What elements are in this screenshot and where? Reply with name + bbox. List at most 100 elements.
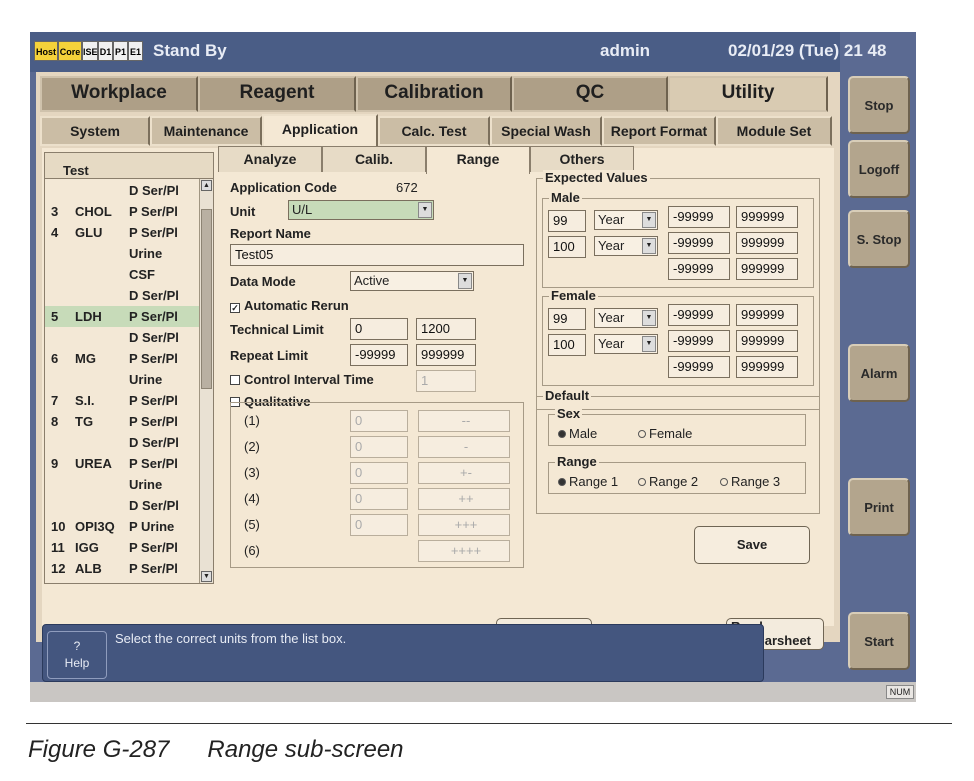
unit-select[interactable]: U/L ▼	[288, 200, 434, 220]
tab-module-set[interactable]: Module Set	[716, 116, 832, 146]
female-age-field[interactable]: 100	[548, 334, 586, 356]
male-range-low[interactable]: -99999	[668, 232, 730, 254]
test-list-row[interactable]: 6 MG P Ser/Pl	[45, 348, 200, 369]
male-age-unit-select[interactable]: Year ▼	[594, 210, 658, 230]
qualitative-symbol-field[interactable]: +++	[418, 514, 510, 536]
qualitative-symbol-field[interactable]: ++	[418, 488, 510, 510]
scroll-thumb[interactable]	[201, 209, 212, 389]
control-interval-field[interactable]: 1	[416, 370, 476, 392]
range1-radio[interactable]: Range 1	[558, 474, 618, 489]
tab-utility[interactable]: Utility	[668, 76, 828, 112]
tab-application[interactable]: Application	[262, 114, 378, 148]
qualitative-symbol-field[interactable]: -	[418, 436, 510, 458]
female-range-high[interactable]: 999999	[736, 330, 798, 352]
test-number: 4	[51, 225, 59, 240]
tab-report-format[interactable]: Report Format	[602, 116, 716, 146]
print-button[interactable]: Print	[848, 478, 910, 536]
qualitative-value-field[interactable]: 0	[350, 436, 408, 458]
male-range-high[interactable]: 999999	[736, 258, 798, 280]
test-list-row[interactable]: Urine	[45, 474, 200, 495]
tab-qc[interactable]: QC	[512, 76, 668, 112]
tab-maintenance[interactable]: Maintenance	[150, 116, 262, 146]
scroll-up-icon[interactable]: ▲	[201, 180, 212, 191]
tab-calib[interactable]: Calib.	[322, 146, 426, 172]
male-range-high[interactable]: 999999	[736, 232, 798, 254]
male-age-unit-select[interactable]: Year ▼	[594, 236, 658, 256]
qualitative-value-field[interactable]: 0	[350, 462, 408, 484]
range2-radio[interactable]: Range 2	[638, 474, 698, 489]
female-range-high[interactable]: 999999	[736, 304, 798, 326]
test-list-row[interactable]: CSF	[45, 264, 200, 285]
qualitative-symbol-field[interactable]: +-	[418, 462, 510, 484]
tab-workplace[interactable]: Workplace	[40, 76, 198, 112]
report-name-field[interactable]: Test05	[230, 244, 524, 266]
female-range-low[interactable]: -99999	[668, 304, 730, 326]
qualitative-row-label: (3)	[244, 465, 260, 480]
save-button[interactable]: Save	[694, 526, 810, 564]
test-list-row[interactable]: 12 ALB P Ser/Pl	[45, 558, 200, 579]
female-range-low[interactable]: -99999	[668, 330, 730, 352]
sex-male-radio[interactable]: Male	[558, 426, 597, 441]
chevron-down-icon: ▼	[642, 238, 656, 254]
test-name: MG	[75, 351, 96, 366]
range3-radio[interactable]: Range 3	[720, 474, 780, 489]
male-range-low[interactable]: -99999	[668, 258, 730, 280]
test-type: P Ser/Pl	[129, 204, 178, 219]
test-list-row[interactable]: 8 TG P Ser/Pl	[45, 411, 200, 432]
male-range-high[interactable]: 999999	[736, 206, 798, 228]
tab-calibration[interactable]: Calibration	[356, 76, 512, 112]
test-list-row[interactable]: 7 S.I. P Ser/Pl	[45, 390, 200, 411]
qualitative-value-field[interactable]: 0	[350, 488, 408, 510]
tab-range[interactable]: Range	[426, 146, 530, 174]
test-list-row[interactable]: D Ser/Pl	[45, 327, 200, 348]
tab-reagent[interactable]: Reagent	[198, 76, 356, 112]
test-list[interactable]: Test D Ser/Pl 3 CHOL P Ser/Pl 4 GLU P Ser/Pl Ur…	[44, 152, 214, 584]
auto-rerun-checkbox[interactable]: ✓ Automatic Rerun	[230, 298, 349, 313]
alarm-button[interactable]: Alarm	[848, 344, 910, 402]
male-age-field[interactable]: 100	[548, 236, 586, 258]
male-range-low[interactable]: -99999	[668, 206, 730, 228]
tab-special-wash[interactable]: Special Wash	[490, 116, 602, 146]
test-list-row[interactable]: 5 LDH P Ser/Pl	[45, 306, 200, 327]
qualitative-symbol-field[interactable]: ++++	[418, 540, 510, 562]
tech-limit-low[interactable]: 0	[350, 318, 408, 340]
range-title: Range	[555, 454, 599, 469]
female-range-high[interactable]: 999999	[736, 356, 798, 378]
tab-calc-test[interactable]: Calc. Test	[378, 116, 490, 146]
stop-button[interactable]: Stop	[848, 76, 910, 134]
test-list-row[interactable]: 4 GLU P Ser/Pl	[45, 222, 200, 243]
female-age-unit-select[interactable]: Year ▼	[594, 334, 658, 354]
test-list-row[interactable]: 3 CHOL P Ser/Pl	[45, 201, 200, 222]
test-list-row[interactable]: 10 OPI3Q P Urine	[45, 516, 200, 537]
male-age-field[interactable]: 99	[548, 210, 586, 232]
qualitative-symbol-field[interactable]: --	[418, 410, 510, 432]
control-interval-checkbox[interactable]: Control Interval Time	[230, 372, 374, 387]
repeat-limit-low[interactable]: -99999	[350, 344, 408, 366]
tab-analyze[interactable]: Analyze	[218, 146, 322, 172]
start-button[interactable]: Start	[848, 612, 910, 670]
test-list-row[interactable]: Urine	[45, 243, 200, 264]
test-list-row[interactable]: D Ser/Pl	[45, 285, 200, 306]
qualitative-value-field[interactable]: 0	[350, 410, 408, 432]
test-list-scrollbar[interactable]: ▲ ▼	[199, 179, 213, 583]
qualitative-value-field[interactable]: 0	[350, 514, 408, 536]
repeat-limit-high[interactable]: 999999	[416, 344, 476, 366]
female-age-unit-select[interactable]: Year ▼	[594, 308, 658, 328]
test-list-row[interactable]: D Ser/Pl	[45, 180, 200, 201]
test-list-row[interactable]: D Ser/Pl	[45, 495, 200, 516]
sex-female-radio[interactable]: Female	[638, 426, 692, 441]
tab-system[interactable]: System	[40, 116, 150, 146]
tech-limit-high[interactable]: 1200	[416, 318, 476, 340]
test-list-row[interactable]: 9 UREA P Ser/Pl	[45, 453, 200, 474]
logoff-button[interactable]: Logoff	[848, 140, 910, 198]
test-list-row[interactable]: 11 IGG P Ser/Pl	[45, 537, 200, 558]
female-age-field[interactable]: 99	[548, 308, 586, 330]
tab-others[interactable]: Others	[530, 146, 634, 172]
test-list-row[interactable]: D Ser/Pl	[45, 432, 200, 453]
female-range-low[interactable]: -99999	[668, 356, 730, 378]
help-button[interactable]: ? Help	[47, 631, 107, 679]
test-list-row[interactable]: Urine	[45, 369, 200, 390]
data-mode-select[interactable]: Active ▼	[350, 271, 474, 291]
s-stop-button[interactable]: S. Stop	[848, 210, 910, 268]
scroll-down-icon[interactable]: ▼	[201, 571, 212, 582]
